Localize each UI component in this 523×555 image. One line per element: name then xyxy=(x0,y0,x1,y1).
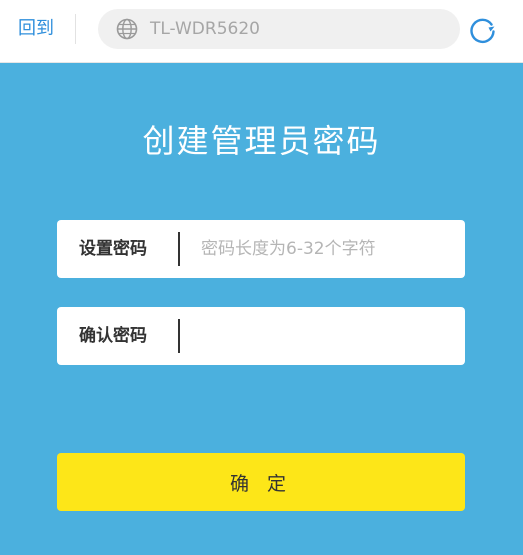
page-title: 创建管理员密码 xyxy=(142,122,381,160)
confirm-password-input[interactable] xyxy=(189,319,451,353)
confirm-button[interactable]: 确 定 xyxy=(57,453,465,511)
field-divider xyxy=(178,319,180,353)
confirm-password-label: 确认密码 xyxy=(79,326,147,346)
page: 回到 TL-WDR5620 创建管理员密码 设置密码 确认密码 确 定 xyxy=(0,0,523,555)
confirm-password-field[interactable]: 确认密码 xyxy=(57,307,465,365)
password-label: 设置密码 xyxy=(79,239,147,259)
password-field[interactable]: 设置密码 xyxy=(57,220,465,278)
toolbar-divider xyxy=(75,14,76,44)
browser-toolbar: 回到 TL-WDR5620 xyxy=(0,0,523,63)
address-bar[interactable]: TL-WDR5620 xyxy=(98,9,460,49)
refresh-icon[interactable] xyxy=(469,16,497,44)
field-divider xyxy=(178,232,180,266)
main-panel: 创建管理员密码 设置密码 确认密码 确 定 xyxy=(0,63,523,555)
back-link[interactable]: 回到 xyxy=(18,18,54,40)
globe-icon xyxy=(116,18,138,40)
url-text: TL-WDR5620 xyxy=(150,19,260,39)
password-input[interactable] xyxy=(189,232,451,266)
